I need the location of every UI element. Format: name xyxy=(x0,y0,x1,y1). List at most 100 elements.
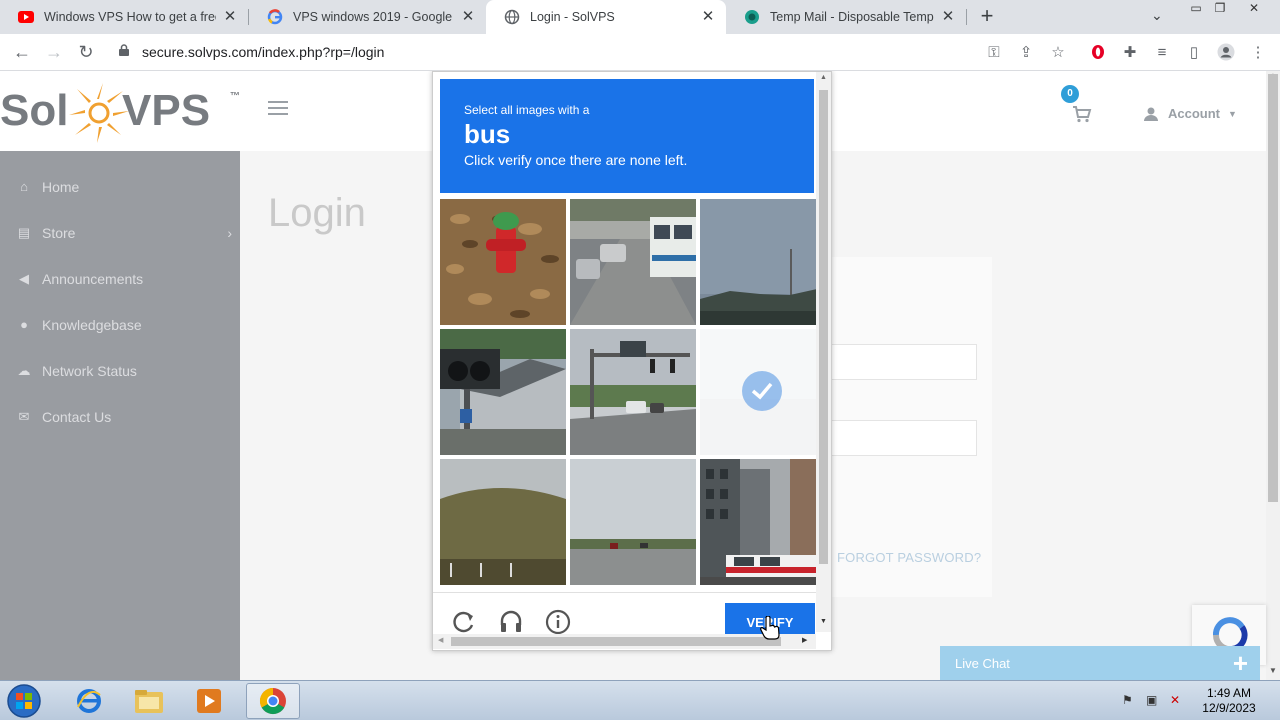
scroll-down-icon[interactable]: ▼ xyxy=(1269,666,1277,675)
restore-window-icon[interactable]: ❐ xyxy=(1210,1,1230,15)
address-bar[interactable]: secure.solvps.com/index.php?rp=/login xyxy=(142,44,384,60)
tab-search-chevron-icon[interactable]: ⌄ xyxy=(1151,7,1163,24)
page-scrollbar[interactable]: ▲ ▼ xyxy=(1266,71,1280,680)
challenge-header: Select all images with a bus Click verif… xyxy=(440,79,814,193)
captcha-tile-2[interactable] xyxy=(570,199,696,325)
close-tab-icon[interactable]: ✕ xyxy=(460,9,476,25)
sidebar: ⌂ Home ▤ Store › ◀ Announcements ● Knowl… xyxy=(0,151,240,680)
sidebar-item-store[interactable]: ▤ Store › xyxy=(16,223,232,243)
lock-icon[interactable] xyxy=(119,44,129,56)
scroll-down-icon[interactable]: ▼ xyxy=(820,618,827,625)
sidebar-item-label: Knowledgebase xyxy=(42,317,142,333)
account-label: Account xyxy=(1168,106,1220,121)
side-panel-icon[interactable]: ▯ xyxy=(1184,42,1204,62)
bookmark-star-icon[interactable]: ☆ xyxy=(1048,42,1068,62)
challenge-subtext: Click verify once there are none left. xyxy=(464,152,688,168)
clock-time: 1:49 AM xyxy=(1206,686,1252,700)
opera-extension-icon[interactable] xyxy=(1088,42,1108,62)
home-icon: ⌂ xyxy=(20,179,28,194)
captcha-tile-7[interactable] xyxy=(440,459,566,585)
captcha-tile-6[interactable] xyxy=(700,329,826,455)
close-tab-icon[interactable]: ✕ xyxy=(700,9,716,25)
extensions-puzzle-icon[interactable]: ✚ xyxy=(1120,42,1140,62)
captcha-tile-9[interactable] xyxy=(700,459,826,585)
user-icon xyxy=(1144,107,1158,121)
logo-trademark: ™ xyxy=(230,91,240,102)
challenge-instruction: Select all images with a xyxy=(464,103,590,117)
tab-google[interactable]: VPS windows 2019 - Google Sear ✕ xyxy=(249,0,486,34)
close-tab-icon[interactable]: ✕ xyxy=(940,9,956,25)
tab-bar: Windows VPS How to get a free ✕ VPS wind… xyxy=(0,0,1280,34)
kebab-menu-icon[interactable]: ⋮ xyxy=(1248,42,1268,62)
live-chat-bar[interactable]: Live Chat + xyxy=(940,646,1260,680)
minimize-window-icon[interactable]: ▭ xyxy=(1186,1,1206,15)
google-icon xyxy=(267,9,283,25)
check-glyph-icon xyxy=(751,382,773,400)
scroll-up-icon[interactable]: ▲ xyxy=(820,74,827,81)
tab-separator xyxy=(966,9,967,25)
sidebar-item-label: Store xyxy=(42,225,76,241)
sidebar-item-home[interactable]: ⌂ Home xyxy=(16,177,232,197)
forgot-password-link[interactable]: FORGOT PASSWORD? xyxy=(837,550,981,565)
challenge-vertical-scrollbar[interactable]: ▲ ▼ xyxy=(816,72,831,632)
file-explorer-icon[interactable] xyxy=(122,683,176,719)
tab-youtube[interactable]: Windows VPS How to get a free ✕ xyxy=(0,0,248,34)
cart-count-badge: 0 xyxy=(1061,85,1079,103)
caret-down-icon: ▼ xyxy=(1228,108,1237,119)
solvps-logo[interactable]: Sol VPS ™ xyxy=(0,75,242,147)
captcha-tile-5[interactable] xyxy=(570,329,696,455)
scrollbar-thumb[interactable] xyxy=(1268,74,1278,502)
captcha-tile-8[interactable] xyxy=(570,459,696,585)
youtube-icon xyxy=(18,9,34,25)
email-field[interactable] xyxy=(830,344,977,380)
system-clock[interactable]: 1:49 AM 12/9/2023 xyxy=(1198,686,1260,716)
hamburger-menu-icon[interactable] xyxy=(268,101,288,117)
store-icon: ▤ xyxy=(17,225,31,240)
sidebar-item-network-status[interactable]: ☁ Network Status xyxy=(16,361,232,381)
system-tray: ⚑ ▣ ✕ xyxy=(1122,693,1194,709)
cart-icon[interactable] xyxy=(1072,105,1092,123)
action-center-flag-icon[interactable]: ⚑ xyxy=(1122,693,1138,709)
info-icon[interactable] xyxy=(545,609,571,635)
network-icon: ☁ xyxy=(17,363,31,378)
back-arrow-icon[interactable]: ← xyxy=(10,40,34,64)
profile-icon[interactable] xyxy=(1216,42,1236,62)
key-icon[interactable]: ⚿ xyxy=(984,42,1004,62)
account-menu[interactable]: Account ▼ xyxy=(1144,106,1237,121)
password-field[interactable] xyxy=(830,420,977,456)
windows-start-icon[interactable] xyxy=(4,683,44,719)
live-chat-label: Live Chat xyxy=(955,656,1010,671)
reload-icon[interactable]: ↻ xyxy=(74,40,98,64)
media-control-icon[interactable]: ≡ xyxy=(1152,42,1172,62)
tab-temp-mail[interactable]: Temp Mail - Disposable Tempora ✕ xyxy=(726,0,966,34)
plus-icon[interactable]: + xyxy=(1233,649,1248,677)
scroll-left-icon[interactable]: ◀ xyxy=(438,636,443,644)
captcha-tile-1[interactable] xyxy=(440,199,566,325)
chevron-right-icon: › xyxy=(227,225,232,241)
sidebar-item-contact-us[interactable]: ✉ Contact Us xyxy=(16,407,232,427)
close-tab-icon[interactable]: ✕ xyxy=(222,9,238,25)
challenge-horizontal-scrollbar[interactable]: ◀ ▶ xyxy=(433,634,816,649)
tempmail-icon xyxy=(744,9,760,25)
new-tab-icon[interactable]: + xyxy=(976,5,998,27)
captcha-tile-4[interactable] xyxy=(440,329,566,455)
sidebar-item-knowledgebase[interactable]: ● Knowledgebase xyxy=(16,315,232,335)
reload-challenge-icon[interactable] xyxy=(451,609,477,635)
audio-challenge-icon[interactable] xyxy=(498,609,524,635)
internet-explorer-icon[interactable] xyxy=(62,683,116,719)
media-player-icon[interactable] xyxy=(182,683,236,719)
volume-muted-icon[interactable]: ✕ xyxy=(1170,693,1186,709)
scrollbar-thumb[interactable] xyxy=(819,90,828,564)
tab-solvps-login[interactable]: Login - SolVPS ✕ xyxy=(486,0,726,34)
windows-taskbar: ⚑ ▣ ✕ 1:49 AM 12/9/2023 xyxy=(0,680,1280,720)
share-icon[interactable]: ⇪ xyxy=(1016,42,1036,62)
page-title: Login xyxy=(268,191,366,235)
scroll-right-icon[interactable]: ▶ xyxy=(802,636,807,644)
network-tray-icon[interactable]: ▣ xyxy=(1146,693,1162,709)
forward-arrow-icon[interactable]: → xyxy=(42,40,66,64)
sidebar-item-announcements[interactable]: ◀ Announcements xyxy=(16,269,232,289)
chrome-taskbar-icon[interactable] xyxy=(246,683,300,719)
scrollbar-thumb[interactable] xyxy=(451,637,781,646)
captcha-tile-3[interactable] xyxy=(700,199,826,325)
close-window-icon[interactable]: ✕ xyxy=(1244,1,1264,15)
